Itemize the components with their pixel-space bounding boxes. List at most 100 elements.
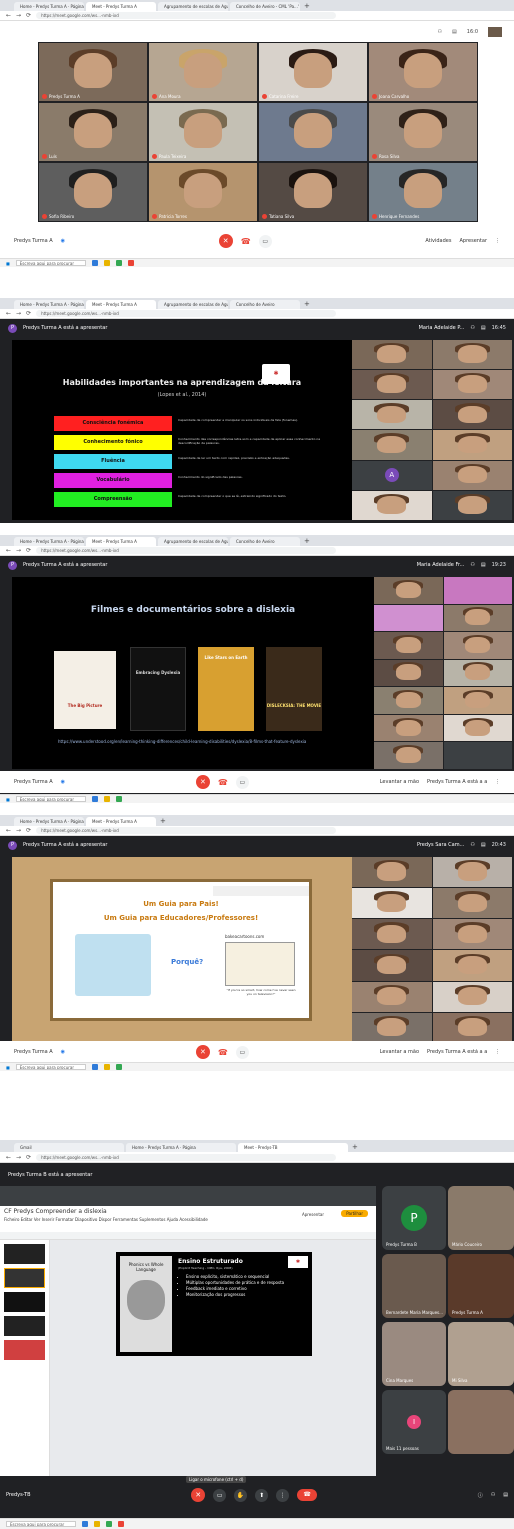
participant-tile[interactable]: [374, 604, 443, 632]
participant-tile[interactable]: Catarina Freire: [258, 42, 368, 102]
more-options-icon[interactable]: ⋮: [495, 1049, 500, 1055]
hang-up-button[interactable]: ☎: [241, 237, 251, 246]
participant-tile[interactable]: Tatiana Silva: [258, 162, 368, 222]
edge-icon[interactable]: [91, 260, 98, 266]
reload-icon[interactable]: ⟳: [26, 310, 31, 317]
participant-tile[interactable]: Rosa Silva: [368, 102, 478, 162]
explorer-icon[interactable]: [103, 260, 110, 266]
url-field[interactable]: https://meet.google.com/ws...-nmb-ixd: [36, 827, 337, 834]
browser-tab[interactable]: Concelho de Aveiro: [230, 300, 300, 309]
raise-hand-button[interactable]: Levantar a mão: [380, 1049, 419, 1055]
meeting-name[interactable]: Predys-TB: [6, 1492, 31, 1498]
chrome-icon[interactable]: [115, 796, 122, 802]
participant-tile[interactable]: [432, 1012, 512, 1043]
forward-icon[interactable]: →: [16, 547, 21, 554]
participant-tile[interactable]: Paula Teixeira: [148, 102, 258, 162]
new-tab-icon[interactable]: +: [304, 2, 310, 11]
forward-icon[interactable]: →: [16, 12, 21, 19]
captions-icon[interactable]: ◉: [61, 779, 65, 785]
browser-tab-active[interactable]: Meet - Predys Turma A: [86, 537, 156, 546]
back-icon[interactable]: ←: [6, 1154, 11, 1161]
participant-tile[interactable]: [374, 577, 443, 604]
participant-tile[interactable]: [352, 370, 432, 400]
raise-hand-button[interactable]: Levantar a mão: [380, 779, 419, 785]
forward-icon[interactable]: →: [16, 827, 21, 834]
doc-menu[interactable]: Ficheiro Editar Ver Inserir Formatar Dia…: [4, 1217, 372, 1222]
people-icon[interactable]: ⚇: [470, 325, 474, 331]
participant-tile[interactable]: [352, 430, 432, 460]
participant-tile[interactable]: [443, 604, 512, 632]
doc-present-button[interactable]: Apresentar: [302, 1212, 324, 1217]
edge-icon[interactable]: [91, 796, 98, 802]
participant-tile[interactable]: Mário Couceiro: [448, 1186, 514, 1250]
people-icon[interactable]: ⚇: [470, 842, 474, 848]
slide-thumbnail[interactable]: [4, 1316, 45, 1336]
browser-tab[interactable]: Gmail: [14, 1143, 124, 1152]
more-options-button[interactable]: ⋮: [276, 1488, 290, 1502]
participant-tile[interactable]: I Mais 11 pessoas: [382, 1390, 446, 1454]
info-icon[interactable]: ⓘ: [478, 1492, 483, 1499]
browser-tab[interactable]: Agrupamento de escolas de Aguiar...: [158, 2, 228, 11]
forward-icon[interactable]: →: [16, 310, 21, 317]
back-icon[interactable]: ←: [6, 827, 11, 834]
edge-icon[interactable]: [91, 1064, 98, 1070]
url-field[interactable]: https://meet.google.com/ws...-nmb-ixd: [36, 547, 337, 554]
camera-button[interactable]: ▭: [213, 1488, 227, 1502]
activities-button[interactable]: Atividades: [425, 238, 451, 244]
chat-icon[interactable]: ▤: [481, 325, 486, 331]
back-icon[interactable]: ←: [6, 12, 11, 19]
participant-tile[interactable]: [432, 857, 512, 888]
pinned-participant-name[interactable]: Maria Adelaide P...: [419, 325, 465, 331]
participant-tile[interactable]: P Predys Turma B: [382, 1186, 446, 1250]
browser-tab[interactable]: Home - Predys Turma A · Página: [14, 817, 84, 826]
reload-icon[interactable]: ⟳: [26, 12, 31, 19]
mic-off-button[interactable]: ✕: [195, 775, 210, 789]
start-icon[interactable]: ■: [6, 261, 10, 266]
participant-tile[interactable]: Sofia Ribeiro: [38, 162, 148, 222]
chat-icon[interactable]: ▤: [481, 842, 486, 848]
chat-icon[interactable]: ▤: [481, 562, 486, 568]
start-icon[interactable]: ■: [6, 797, 10, 802]
participant-tile[interactable]: [374, 659, 443, 687]
participant-tile[interactable]: Patricia Torres: [148, 162, 258, 222]
camera-button[interactable]: ▭: [235, 1045, 249, 1059]
presenting-status-button[interactable]: Predys Turma A está a apresentar: [427, 1049, 487, 1055]
browser-tab[interactable]: Agrupamento de escolas de Aguiar...: [158, 300, 228, 309]
doc-share-button[interactable]: Partilhar: [341, 1210, 368, 1217]
participant-tile[interactable]: [443, 577, 512, 604]
presenting-status-button[interactable]: Predys Turma A está a apresentar: [427, 779, 487, 785]
slide-link[interactable]: https://www.understood.org/en/learning-t…: [58, 739, 338, 745]
participant-tile[interactable]: Henrique Fernandes: [368, 162, 478, 222]
mic-off-button[interactable]: ✕: [218, 234, 233, 248]
participant-tile[interactable]: [432, 950, 512, 981]
camera-button[interactable]: ▭: [235, 775, 249, 789]
meeting-name[interactable]: Predys Turma A: [14, 1049, 53, 1055]
captions-icon[interactable]: ◉: [61, 238, 65, 244]
edge-icon[interactable]: [82, 1521, 88, 1527]
chrome-icon[interactable]: [106, 1521, 112, 1527]
participant-tile[interactable]: [443, 742, 512, 769]
back-icon[interactable]: ←: [6, 310, 11, 317]
taskbar-search-input[interactable]: Escreva aqui para procurar: [15, 260, 86, 266]
forward-icon[interactable]: →: [16, 1154, 21, 1161]
participant-tile[interactable]: [258, 102, 368, 162]
pinned-participant-name[interactable]: Maria Adelaide Fr...: [417, 562, 465, 568]
participant-tile[interactable]: [352, 981, 432, 1012]
chat-icon[interactable]: ▤: [452, 29, 457, 35]
browser-tab[interactable]: Concelho de Aveiro: [230, 537, 300, 546]
captions-icon[interactable]: ◉: [61, 1049, 65, 1055]
participant-tile[interactable]: [432, 430, 512, 460]
present-button[interactable]: ⬆: [255, 1488, 269, 1502]
browser-tab[interactable]: Home - Predys Turma A · Página: [126, 1143, 236, 1152]
app-icon[interactable]: [118, 1521, 124, 1527]
participant-tile[interactable]: [443, 687, 512, 714]
participant-tile[interactable]: [443, 632, 512, 659]
participant-tile[interactable]: Mi Silva: [448, 1322, 514, 1386]
participant-tile[interactable]: [374, 687, 443, 714]
people-icon[interactable]: ⚇: [470, 562, 474, 568]
url-field[interactable]: https://meet.google.com/ws...-nmb-ixd: [36, 12, 337, 19]
participant-tile[interactable]: [352, 340, 432, 370]
browser-tab-active[interactable]: Meet - Predys Turma A: [86, 2, 156, 11]
chrome-icon[interactable]: [115, 1064, 122, 1070]
participant-tile[interactable]: [352, 950, 432, 981]
